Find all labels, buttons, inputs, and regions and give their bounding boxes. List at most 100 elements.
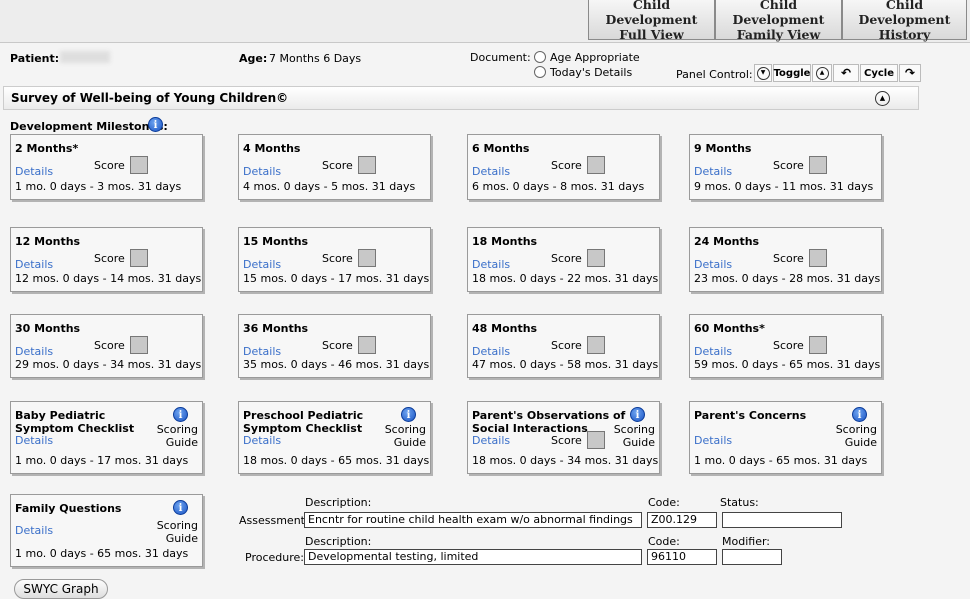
milestone-card: 2 Months* Details Score 1 mo. 0 days - 3 mo… xyxy=(10,134,203,200)
tab-full-view[interactable]: Child Development Full View xyxy=(588,0,715,42)
details-link[interactable]: Details xyxy=(243,345,281,358)
milestone-title: 18 Months xyxy=(472,235,538,248)
age-range: 18 mos. 0 days - 65 mos. 31 days xyxy=(243,454,430,467)
scoring-guide-link[interactable]: Scoring Guide xyxy=(614,423,655,449)
milestone-card: 18 Months Details Score 18 mos. 0 days - 22… xyxy=(467,227,660,292)
patient-label: Patient: xyxy=(10,52,60,65)
milestone-title: 6 Months xyxy=(472,142,530,155)
scoring-guide-link[interactable]: Scoring Guide xyxy=(157,519,198,545)
score-box[interactable] xyxy=(358,336,376,354)
score-label: Score xyxy=(551,434,582,447)
radio-age-appropriate[interactable] xyxy=(534,51,546,63)
details-link[interactable]: Details xyxy=(15,434,53,447)
score-box[interactable] xyxy=(809,249,827,267)
procedure-code-field[interactable]: 96110 xyxy=(647,549,717,565)
milestones-info-icon[interactable]: i xyxy=(148,117,163,132)
age-range: 12 mos. 0 days - 14 mos. 31 days xyxy=(15,272,202,285)
scoring-guide-line2: Guide xyxy=(622,436,655,449)
assessment-code-field[interactable]: Z00.129 xyxy=(647,512,717,528)
cycle-button[interactable]: Cycle xyxy=(860,64,898,82)
milestone-card: 30 Months Details Score 29 mos. 0 days - 34… xyxy=(10,314,203,378)
age-range: 23 mos. 0 days - 28 mos. 31 days xyxy=(694,272,881,285)
card-title-line1: Parent's Observations of xyxy=(472,409,626,422)
score-label: Score xyxy=(94,339,125,352)
details-link[interactable]: Details xyxy=(15,165,53,178)
scoring-guide-link[interactable]: Scoring Guide xyxy=(385,423,426,449)
details-link[interactable]: Details xyxy=(694,345,732,358)
details-link[interactable]: Details xyxy=(472,345,510,358)
collapse-section-icon[interactable]: ▲ xyxy=(875,91,890,106)
tab-history[interactable]: Child Development History xyxy=(842,0,967,42)
tab-family-view[interactable]: Child Development Family View xyxy=(715,0,842,42)
milestone-title: 15 Months xyxy=(243,235,309,248)
assessment-description-field[interactable]: Encntr for routine child health exam w/o… xyxy=(304,512,642,528)
swyc-graph-button[interactable]: SWYC Graph xyxy=(14,579,108,599)
redo-arrow-icon: ↷ xyxy=(904,66,916,80)
details-link[interactable]: Details xyxy=(15,345,53,358)
score-box[interactable] xyxy=(809,336,827,354)
details-link[interactable]: Details xyxy=(15,524,53,537)
score-box[interactable] xyxy=(358,249,376,267)
scoring-guide-line2: Guide xyxy=(165,532,198,545)
info-icon[interactable]: i xyxy=(173,500,188,515)
score-box[interactable] xyxy=(130,156,148,174)
score-box[interactable] xyxy=(358,156,376,174)
panel-control-label: Panel Control: xyxy=(676,68,753,81)
details-link[interactable]: Details xyxy=(694,165,732,178)
procedure-modifier-field[interactable] xyxy=(722,549,782,565)
score-box[interactable] xyxy=(587,336,605,354)
score-box[interactable] xyxy=(587,249,605,267)
radio-todays-details-label: Today's Details xyxy=(550,66,633,79)
score-label: Score xyxy=(773,339,804,352)
info-icon[interactable]: i xyxy=(173,407,188,422)
age-range: 29 mos. 0 days - 34 mos. 31 days xyxy=(15,358,202,371)
info-icon[interactable]: i xyxy=(401,407,416,422)
details-link[interactable]: Details xyxy=(15,258,53,271)
milestone-title: 24 Months xyxy=(694,235,760,248)
info-icon[interactable]: i xyxy=(630,407,645,422)
details-link[interactable]: Details xyxy=(472,258,510,271)
expand-all-button[interactable]: ▲ xyxy=(812,64,832,82)
details-link[interactable]: Details xyxy=(243,434,281,447)
details-link[interactable]: Details xyxy=(472,165,510,178)
collapse-all-button[interactable]: ▼ xyxy=(754,64,772,82)
score-label: Score xyxy=(551,159,582,172)
score-box[interactable] xyxy=(130,249,148,267)
assessment-status-label: Status: xyxy=(720,496,759,509)
scoring-guide-link[interactable]: Scoring Guide xyxy=(157,423,198,449)
scoring-guide-link[interactable]: Scoring Guide xyxy=(836,423,877,449)
age-value: 7 Months 6 Days xyxy=(269,52,362,65)
info-icon[interactable]: i xyxy=(852,407,867,422)
milestone-title: 30 Months xyxy=(15,322,81,335)
scoring-guide-line1: Scoring xyxy=(384,423,426,436)
card-title: Preschool Pediatric Symptom Checklist xyxy=(243,409,363,435)
radio-todays-details[interactable] xyxy=(534,66,546,78)
redo-button[interactable]: ↷ xyxy=(899,64,921,82)
procedure-description-field[interactable]: Developmental testing, limited xyxy=(304,549,642,565)
score-label: Score xyxy=(322,339,353,352)
milestone-title: 2 Months* xyxy=(15,142,79,155)
milestone-title: 4 Months xyxy=(243,142,301,155)
card-family-questions: Family Questions i Scoring Guide Details … xyxy=(10,494,203,567)
score-label: Score xyxy=(94,159,125,172)
score-label: Score xyxy=(322,159,353,172)
details-link[interactable]: Details xyxy=(694,434,732,447)
assessment-status-field[interactable] xyxy=(722,512,842,528)
details-link[interactable]: Details xyxy=(243,165,281,178)
score-box[interactable] xyxy=(809,156,827,174)
chevron-down-icon: ▼ xyxy=(756,66,770,80)
tab-history-line1: Child Development xyxy=(858,0,951,27)
tab-family-view-line1: Child Development xyxy=(732,0,825,27)
details-link[interactable]: Details xyxy=(472,434,510,447)
score-box[interactable] xyxy=(587,156,605,174)
details-link[interactable]: Details xyxy=(243,258,281,271)
patient-name-redacted xyxy=(60,51,110,63)
tab-full-view-line1: Child Development xyxy=(605,0,698,27)
age-range: 1 mo. 0 days - 65 mos. 31 days xyxy=(15,547,189,560)
undo-button[interactable]: ↶ xyxy=(833,64,859,82)
score-box[interactable] xyxy=(130,336,148,354)
details-link[interactable]: Details xyxy=(694,258,732,271)
score-box[interactable] xyxy=(587,431,605,449)
toggle-button[interactable]: Toggle xyxy=(773,64,811,82)
milestone-title: 60 Months* xyxy=(694,322,765,335)
